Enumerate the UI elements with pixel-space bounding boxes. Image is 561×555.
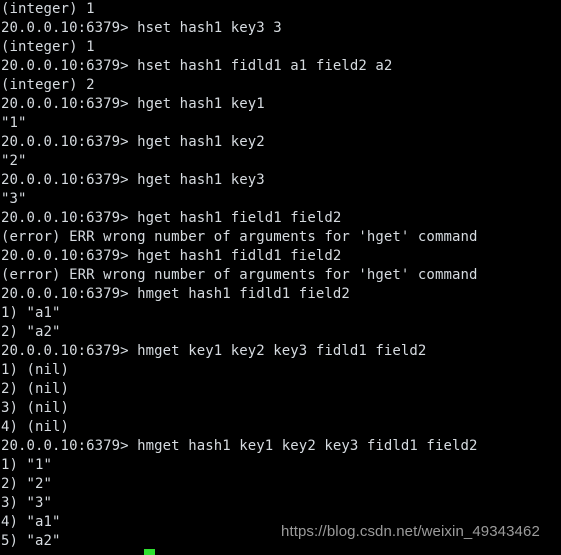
terminal-output-line: 3) (nil) (1, 400, 70, 416)
terminal-command-line: 20.0.0.10:6379> hmget key1 key2 key3 fid… (1, 343, 427, 359)
terminal-output-line: 2) "a2" (1, 324, 61, 340)
terminal-cursor (144, 549, 155, 555)
terminal-output-line: 1) "1" (1, 457, 53, 473)
terminal-output-line: 3) "3" (1, 495, 53, 511)
terminal-output-line: (integer) 1 (1, 1, 95, 17)
terminal-error-line: (error) ERR wrong number of arguments fo… (1, 229, 478, 245)
terminal-output-line: 2) "2" (1, 476, 53, 492)
terminal-output-line: "2" (1, 153, 27, 169)
terminal-output-line: 1) "a1" (1, 305, 61, 321)
terminal-output-line: "1" (1, 115, 27, 131)
terminal-error-line: (error) ERR wrong number of arguments fo… (1, 267, 478, 283)
terminal-output-line: (integer) 1 (1, 39, 95, 55)
watermark-text: https://blog.csdn.net/weixin_49343462 (281, 523, 540, 540)
terminal-window[interactable]: (integer) 1 20.0.0.10:6379> hset hash1 ke… (0, 0, 561, 555)
terminal-command-line: 20.0.0.10:6379> hget hash1 fidld1 field2 (1, 248, 342, 264)
terminal-output-area: (integer) 1 20.0.0.10:6379> hset hash1 ke… (1, 0, 561, 551)
terminal-command-line: 20.0.0.10:6379> hmget hash1 key1 key2 ke… (1, 438, 478, 454)
terminal-output-line: 2) (nil) (1, 381, 70, 397)
terminal-command-line: 20.0.0.10:6379> hmget hash1 fidld1 field… (1, 286, 350, 302)
terminal-output-line: 1) (nil) (1, 362, 70, 378)
terminal-command-line: 20.0.0.10:6379> hset hash1 key3 3 (1, 20, 282, 36)
terminal-output-line: "3" (1, 191, 27, 207)
terminal-command-line: 20.0.0.10:6379> hget hash1 key3 (1, 172, 265, 188)
terminal-command-line: 20.0.0.10:6379> hset hash1 fidld1 a1 fie… (1, 58, 393, 74)
terminal-command-line: 20.0.0.10:6379> hget hash1 key1 (1, 96, 265, 112)
terminal-command-line: 20.0.0.10:6379> hget hash1 key2 (1, 134, 265, 150)
terminal-output-line: 4) (nil) (1, 419, 70, 435)
terminal-output-line: (integer) 2 (1, 77, 95, 93)
terminal-command-line: 20.0.0.10:6379> hget hash1 field1 field2 (1, 210, 342, 226)
